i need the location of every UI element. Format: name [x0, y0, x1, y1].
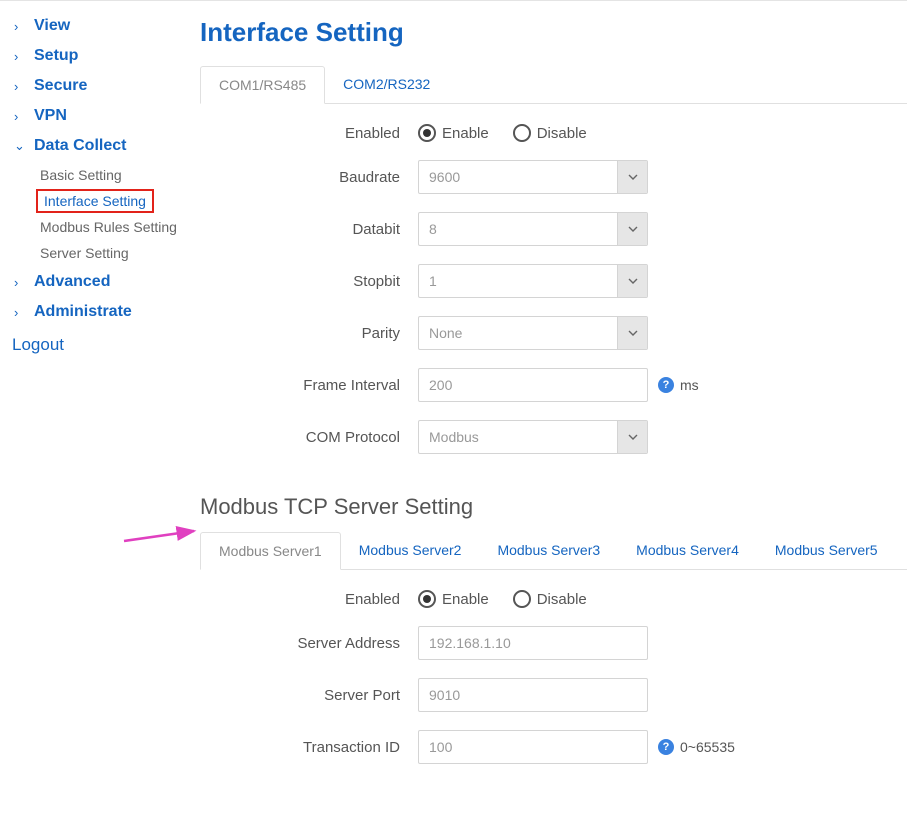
tab-modbus-server4[interactable]: Modbus Server4 [618, 532, 757, 569]
input-server-port[interactable] [418, 678, 648, 712]
help-icon[interactable]: ? [658, 739, 674, 755]
radio-server-enable-label: Enable [442, 591, 489, 608]
select-value: None [419, 325, 617, 341]
input-frame-interval[interactable] [418, 368, 648, 402]
select-com-protocol[interactable]: Modbus [418, 420, 648, 454]
nav-label: Secure [34, 77, 87, 95]
section-title-modbus-tcp: Modbus TCP Server Setting [200, 494, 907, 520]
label-com-protocol: COM Protocol [200, 429, 418, 446]
chevron-right-icon: › [14, 79, 28, 94]
tab-modbus-server1[interactable]: Modbus Server1 [200, 532, 341, 570]
logout-link[interactable]: Logout [10, 327, 190, 355]
tab-modbus-server5[interactable]: Modbus Server5 [757, 532, 896, 569]
radio-server-enable[interactable] [418, 590, 436, 608]
radio-enable-label: Enable [442, 125, 489, 142]
unit-ms: ms [680, 377, 699, 393]
subnav-server-setting[interactable]: Server Setting [36, 241, 133, 265]
input-transaction-id[interactable] [418, 730, 648, 764]
nav-label: Data Collect [34, 137, 126, 155]
label-frame-interval: Frame Interval [200, 377, 418, 394]
select-parity[interactable]: None [418, 316, 648, 350]
nav-label: VPN [34, 107, 67, 125]
select-stopbit[interactable]: 1 [418, 264, 648, 298]
nav-view[interactable]: › View [10, 11, 190, 41]
chevron-right-icon: › [14, 275, 28, 290]
tab-modbus-server2[interactable]: Modbus Server2 [341, 532, 480, 569]
nav-label: Advanced [34, 273, 110, 291]
chevron-right-icon: › [14, 19, 28, 34]
chevron-down-icon [617, 213, 647, 245]
radio-server-disable[interactable] [513, 590, 531, 608]
label-stopbit: Stopbit [200, 273, 418, 290]
help-icon[interactable]: ? [658, 377, 674, 393]
select-value: 9600 [419, 169, 617, 185]
chevron-right-icon: › [14, 305, 28, 320]
page-title: Interface Setting [200, 17, 907, 48]
label-server-address: Server Address [200, 635, 418, 652]
sidebar: › View › Setup › Secure › VPN ⌄ Data Col… [0, 1, 190, 812]
tab-modbus-server3[interactable]: Modbus Server3 [479, 532, 618, 569]
chevron-down-icon: ⌄ [14, 138, 28, 154]
label-parity: Parity [200, 325, 418, 342]
nav-data-collect[interactable]: ⌄ Data Collect [10, 131, 190, 161]
chevron-down-icon [617, 317, 647, 349]
hint-transaction-id: 0~65535 [680, 739, 735, 755]
nav-label: Administrate [34, 303, 132, 321]
label-enabled: Enabled [200, 125, 418, 142]
select-value: Modbus [419, 429, 617, 445]
subnav-basic-setting[interactable]: Basic Setting [36, 163, 126, 187]
tab-com2[interactable]: COM2/RS232 [325, 66, 448, 103]
chevron-down-icon [617, 421, 647, 453]
chevron-right-icon: › [14, 109, 28, 124]
select-value: 1 [419, 273, 617, 289]
select-baudrate[interactable]: 9600 [418, 160, 648, 194]
subnav-data-collect: Basic Setting Interface Setting Modbus R… [36, 163, 190, 265]
label-baudrate: Baudrate [200, 169, 418, 186]
nav-label: Setup [34, 47, 78, 65]
nav-vpn[interactable]: › VPN [10, 101, 190, 131]
nav-label: View [34, 17, 70, 35]
chevron-down-icon [617, 265, 647, 297]
label-server-enabled: Enabled [200, 591, 418, 608]
select-value: 8 [419, 221, 617, 237]
tab-com1[interactable]: COM1/RS485 [200, 66, 325, 104]
select-databit[interactable]: 8 [418, 212, 648, 246]
com-tabs: COM1/RS485 COM2/RS232 [200, 66, 907, 104]
radio-server-disable-label: Disable [537, 591, 587, 608]
subnav-interface-setting[interactable]: Interface Setting [36, 189, 154, 213]
label-server-port: Server Port [200, 687, 418, 704]
radio-disable[interactable] [513, 124, 531, 142]
modbus-server-tabs: Modbus Server1 Modbus Server2 Modbus Ser… [200, 532, 907, 570]
label-transaction-id: Transaction ID [200, 739, 418, 756]
chevron-down-icon [617, 161, 647, 193]
main-content: Interface Setting COM1/RS485 COM2/RS232 … [190, 1, 907, 812]
subnav-modbus-rules-setting[interactable]: Modbus Rules Setting [36, 215, 181, 239]
label-databit: Databit [200, 221, 418, 238]
nav-administrate[interactable]: › Administrate [10, 297, 190, 327]
input-server-address[interactable] [418, 626, 648, 660]
nav-advanced[interactable]: › Advanced [10, 267, 190, 297]
nav-setup[interactable]: › Setup [10, 41, 190, 71]
radio-disable-label: Disable [537, 125, 587, 142]
radio-enable[interactable] [418, 124, 436, 142]
nav-secure[interactable]: › Secure [10, 71, 190, 101]
chevron-right-icon: › [14, 49, 28, 64]
